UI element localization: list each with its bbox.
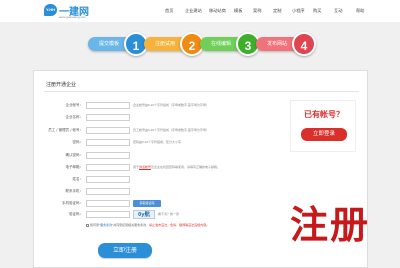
nav-item-home[interactable]: 首页 bbox=[165, 6, 173, 16]
field-hint: 企业帐号由6-20个字符组成（字母或数字,首字母为字母） bbox=[133, 103, 209, 107]
field-label: 电子邮箱： bbox=[65, 165, 84, 169]
admin-account-input[interactable] bbox=[86, 127, 130, 134]
step-2: 注册试用 2 bbox=[144, 31, 204, 56]
email-input[interactable] bbox=[86, 164, 130, 171]
step-number: 4 bbox=[292, 32, 316, 56]
activate-account-link[interactable]: 激活帐号 bbox=[139, 165, 151, 169]
agree-checkbox[interactable] bbox=[86, 223, 89, 227]
field-hint: 员工帐号由6-20个字符组成（字母或数字,首字母为字母） bbox=[133, 128, 209, 132]
logo-url: www.yjianwang.com bbox=[59, 15, 87, 19]
site-header: Y.HH 一建网 www.yjianwang.com 首页 企业建站 移动站商 … bbox=[0, 0, 400, 22]
field-label: 企业名称： bbox=[65, 115, 84, 119]
login-prompt: 已有帐号？ 立即登录 bbox=[290, 100, 356, 152]
captcha-input[interactable] bbox=[86, 211, 130, 218]
step-label: 提交模板 bbox=[98, 41, 119, 47]
field-label: 联系手机： bbox=[65, 189, 84, 193]
password-input[interactable] bbox=[86, 139, 130, 146]
captcha-refresh-link[interactable]: 看不清？换一张 bbox=[158, 210, 179, 219]
progress-steps: 提交模板 1 注册试用 2 在线编辑 3 发布网站 4 bbox=[88, 29, 316, 57]
form-row-company-name: 企业名称： bbox=[0, 114, 260, 122]
submit-register-button[interactable]: 立即注册 bbox=[98, 243, 152, 258]
form-row-sms-code: 手机验证码： bbox=[0, 200, 260, 208]
agree-mid: 并同意接受相关服务条款， bbox=[113, 223, 150, 227]
field-hint: 用于激活帐号及企业在找回密码等使用，请填写正确的电子邮箱。 bbox=[133, 164, 220, 171]
field-label: 确认密码： bbox=[65, 153, 84, 157]
field-label: 企业帐号： bbox=[65, 103, 84, 107]
company-name-input[interactable] bbox=[86, 114, 130, 121]
nav-item-cases[interactable]: 案例 bbox=[253, 6, 261, 16]
step-3: 在线编辑 3 bbox=[200, 31, 260, 56]
form-row-confirm-password: 确认密码： bbox=[0, 152, 260, 160]
form-row-phone: 联系手机： bbox=[0, 188, 260, 196]
nav-item-custom[interactable]: 定制 bbox=[273, 6, 281, 16]
step-label: 在线编辑 bbox=[210, 41, 231, 47]
form-row-email: 电子邮箱： 用于激活帐号及企业在找回密码等使用，请填写正确的电子邮箱。 bbox=[0, 164, 260, 172]
company-account-input[interactable] bbox=[86, 102, 130, 109]
nav-item-buy[interactable]: 购买 bbox=[313, 6, 321, 16]
nav-item-mobile[interactable]: 移动站商 bbox=[209, 6, 226, 16]
agree-prefix: 我同意 bbox=[90, 223, 100, 227]
field-hint: 密码由6-20个字符组成，区分大小写 bbox=[133, 140, 182, 144]
step-1: 提交模板 1 bbox=[88, 31, 148, 56]
nav-item-interact[interactable]: 互动 bbox=[334, 6, 342, 16]
sms-code-input[interactable] bbox=[86, 200, 130, 207]
main-nav: 首页 企业建站 移动站商 模板 案例 定制 小程序 购买 互动 帮助 bbox=[160, 6, 395, 16]
agree-warning: 禁止发布违法、色情、赌博等违法违规内容。 bbox=[149, 223, 210, 227]
field-label: 密码： bbox=[72, 140, 84, 144]
captcha-image[interactable]: 0y航 bbox=[133, 210, 155, 219]
form-row-password: 密码： 密码由6-20个字符组成，区分大小写 bbox=[0, 139, 260, 147]
login-button[interactable]: 立即登录 bbox=[301, 128, 347, 141]
form-row-captcha: 验证码： bbox=[0, 211, 260, 219]
terms-link[interactable]: "服务条款" bbox=[99, 223, 113, 227]
panel-divider bbox=[44, 91, 359, 92]
step-4: 发布网站 4 bbox=[256, 31, 316, 56]
field-label: 姓名： bbox=[72, 177, 84, 181]
agreement-row: 我同意"服务条款"并同意接受相关服务条款，禁止发布违法、色情、赌博等违法违规内容… bbox=[86, 222, 209, 228]
hint-suffix: 及企业在找回密码等使用，请填写正确的电子邮箱。 bbox=[151, 165, 221, 169]
name-input[interactable] bbox=[86, 176, 130, 183]
step-label: 注册试用 bbox=[154, 41, 175, 47]
nav-item-site-build[interactable]: 企业建站 bbox=[185, 6, 202, 16]
page-big-title: 注册 bbox=[290, 203, 371, 247]
field-label: 手机验证码： bbox=[62, 201, 83, 205]
form-row-company-account: 企业帐号： 企业帐号由6-20个字符组成（字母或数字,首字母为字母） bbox=[0, 102, 260, 110]
form-row-name: 姓名： bbox=[0, 176, 260, 184]
step-label: 发布网站 bbox=[266, 41, 287, 47]
field-label: 员工 / 管理员 / 帐号： bbox=[48, 128, 83, 132]
confirm-password-input[interactable] bbox=[86, 152, 130, 159]
site-logo[interactable]: Y.HH 一建网 www.yjianwang.com bbox=[44, 3, 104, 19]
get-code-button[interactable]: 获取验证码 bbox=[133, 200, 161, 207]
nav-item-templates[interactable]: 模板 bbox=[234, 6, 242, 16]
form-row-admin-account: 员工 / 管理员 / 帐号： 员工帐号由6-20个字符组成（字母或数字,首字母为… bbox=[0, 127, 260, 135]
field-label: 验证码： bbox=[69, 212, 83, 216]
login-prompt-question: 已有帐号？ bbox=[304, 110, 344, 119]
logo-mark-icon: Y.HH bbox=[44, 4, 57, 16]
panel-title: 注册开通企业 bbox=[46, 82, 77, 88]
nav-item-miniprogram[interactable]: 小程序 bbox=[292, 6, 305, 16]
phone-input[interactable] bbox=[86, 188, 130, 195]
nav-item-help[interactable]: 帮助 bbox=[356, 6, 364, 16]
